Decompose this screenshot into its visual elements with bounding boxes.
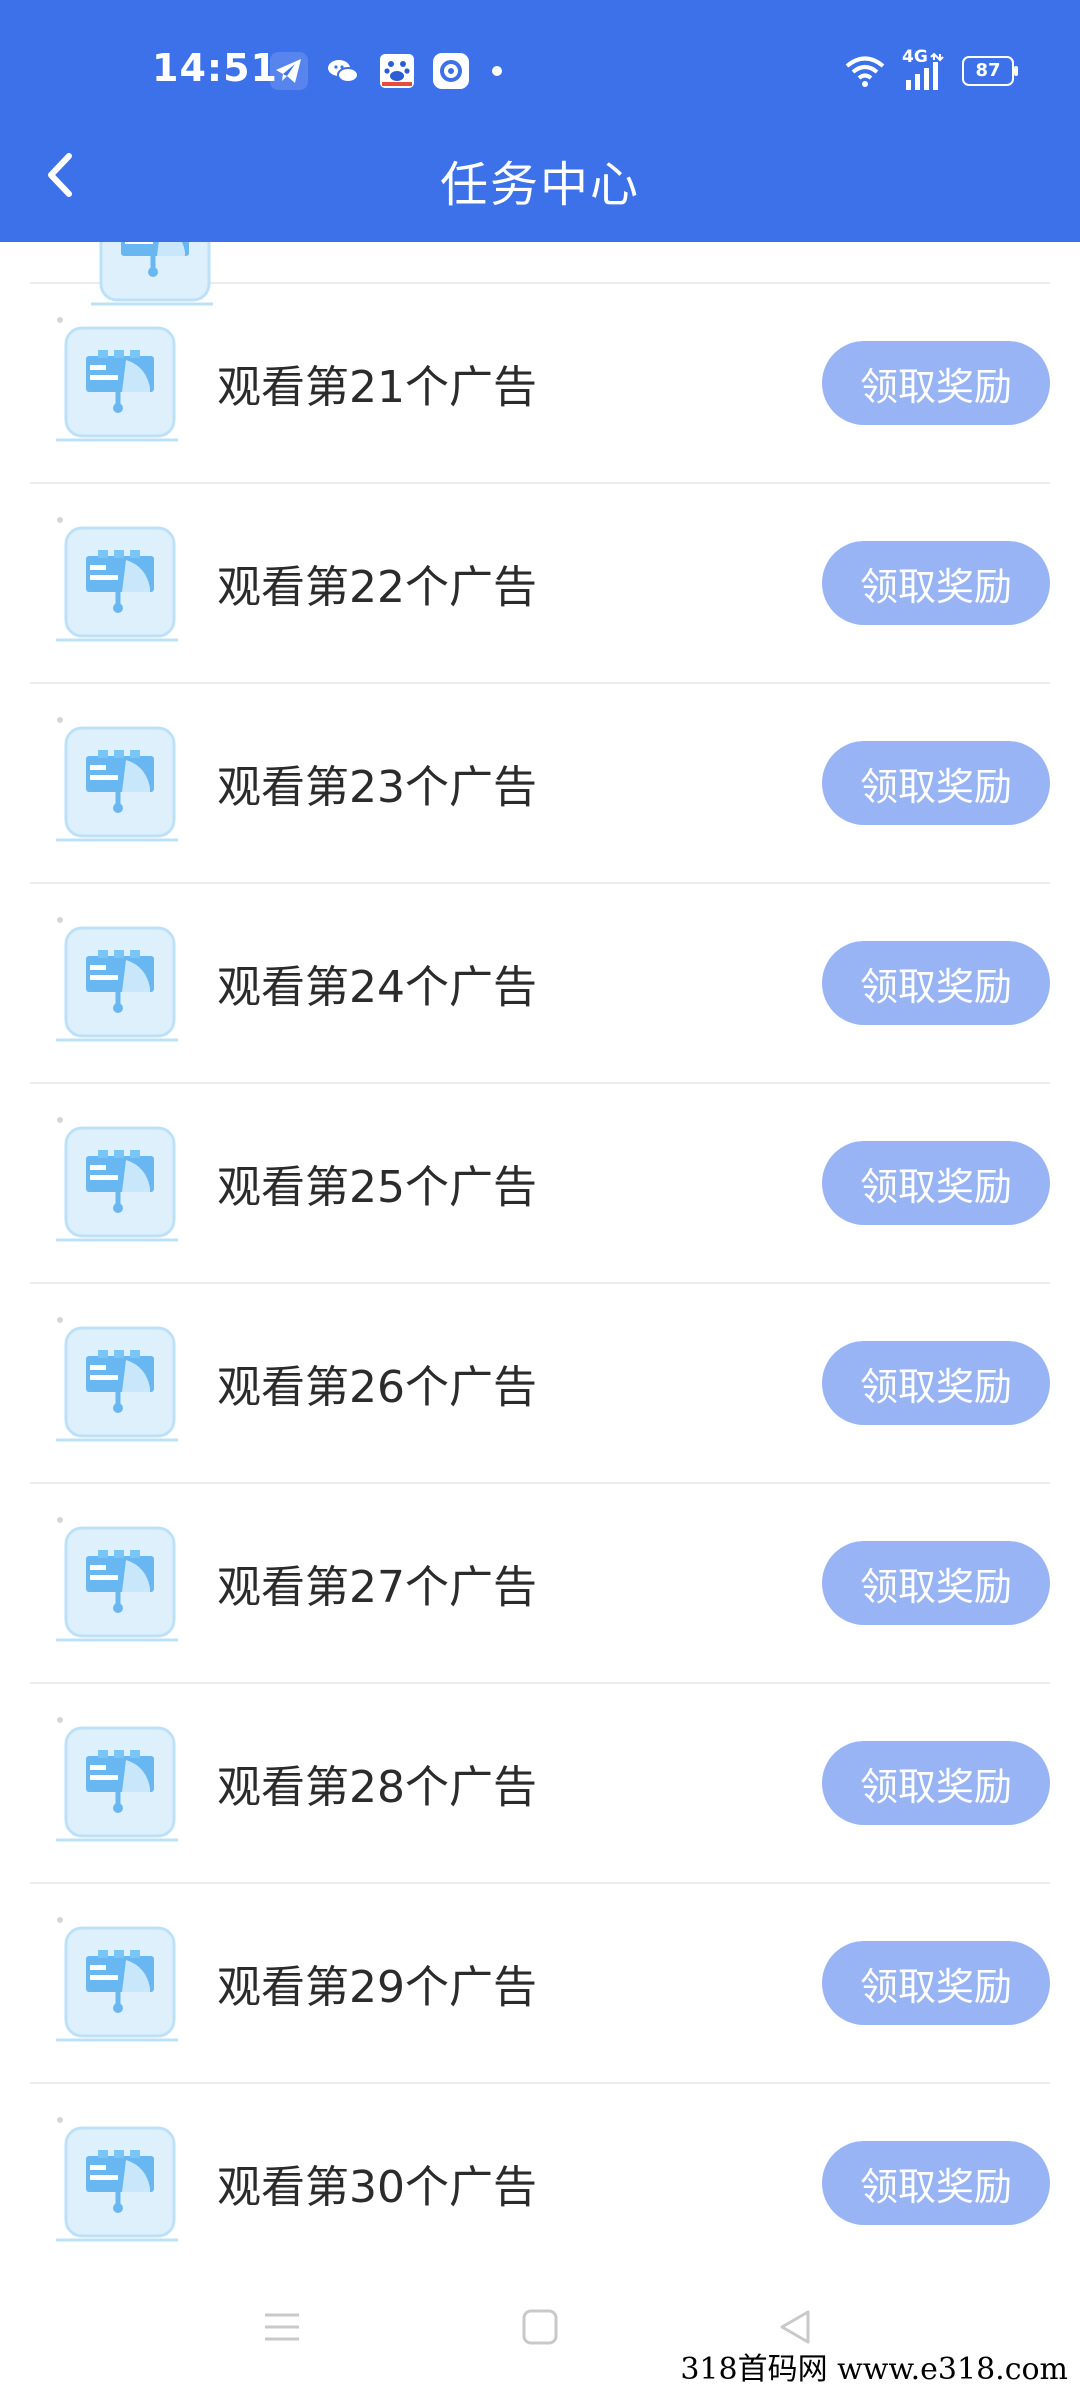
task-center-page: 14:51 4G 87 任务中心 观看第21个广告 领取奖励 观看第22个广告 … [0, 0, 1080, 2400]
task-row: 观看第22个广告 领取奖励 [30, 484, 1050, 684]
task-label: 观看第30个广告 [217, 2162, 537, 2213]
ad-task-icon [56, 1917, 178, 2042]
ad-task-icon [56, 1117, 178, 1242]
home-button[interactable] [520, 2307, 560, 2347]
task-list[interactable]: 观看第21个广告 领取奖励 观看第22个广告 领取奖励 观看第23个广告 领取奖… [0, 242, 1080, 2262]
ad-task-icon [56, 1517, 178, 1642]
system-back-button[interactable] [774, 2307, 814, 2347]
ad-task-icon [56, 1317, 178, 1442]
app-header: 14:51 4G 87 任务中心 [0, 0, 1080, 242]
task-label: 观看第21个广告 [217, 362, 537, 413]
home-square-icon [522, 2309, 558, 2345]
task-label: 观看第29个广告 [217, 1962, 537, 2013]
claim-reward-button[interactable]: 领取奖励 [822, 341, 1050, 425]
task-row: 观看第27个广告 领取奖励 [30, 1484, 1050, 1684]
task-label: 观看第24个广告 [217, 962, 537, 1013]
task-row: 观看第28个广告 领取奖励 [30, 1684, 1050, 1884]
status-notification-icons [270, 52, 502, 90]
watermark-text: 318首码网 www.e318.com [680, 2352, 1068, 2387]
task-row: 观看第24个广告 领取奖励 [30, 884, 1050, 1084]
recent-apps-button[interactable] [262, 2307, 302, 2347]
ad-task-icon [56, 317, 178, 442]
ad-task-icon [56, 1717, 178, 1842]
task-label: 观看第27个广告 [217, 1562, 537, 1613]
claim-reward-button[interactable]: 领取奖励 [822, 1941, 1050, 2025]
network-type-label: 4G [902, 47, 928, 67]
wifi-icon [845, 56, 885, 87]
status-system-icons: 4G 87 [844, 48, 1018, 90]
wechat-icon [328, 60, 359, 83]
claim-reward-button[interactable]: 领取奖励 [822, 2141, 1050, 2225]
battery-icon: 87 [962, 56, 1018, 86]
task-label: 观看第28个广告 [217, 1762, 537, 1813]
status-bar: 14:51 4G 87 [0, 0, 1080, 140]
task-label: 观看第25个广告 [217, 1162, 537, 1213]
ad-task-icon [56, 917, 178, 1042]
claim-reward-button[interactable]: 领取奖励 [822, 741, 1050, 825]
baidu-icon [380, 54, 414, 88]
mobile-signal-group: 4G [902, 48, 946, 90]
claim-reward-button[interactable]: 领取奖励 [822, 1541, 1050, 1625]
ad-task-icon [56, 517, 178, 642]
task-row: 观看第26个广告 领取奖励 [30, 1284, 1050, 1484]
page-title: 任务中心 [439, 157, 640, 213]
task-row: 观看第30个广告 领取奖励 [30, 2084, 1050, 2262]
system-navigation-bar: 318首码网 www.e318.com [0, 2262, 1080, 2400]
ad-task-icon [56, 2117, 178, 2242]
menu-icon [265, 2313, 299, 2341]
task-row: 观看第23个广告 领取奖励 [30, 684, 1050, 884]
circle-app-icon [433, 53, 469, 89]
task-label: 观看第26个广告 [217, 1362, 537, 1413]
task-label: 观看第23个广告 [217, 762, 537, 813]
task-row: 观看第29个广告 领取奖励 [30, 1884, 1050, 2084]
task-label: 观看第22个广告 [217, 562, 537, 613]
claim-reward-button[interactable]: 领取奖励 [822, 541, 1050, 625]
partial-task-row [30, 242, 1050, 306]
task-row: 观看第25个广告 领取奖励 [30, 1084, 1050, 1284]
more-notifications-dot-icon [492, 66, 502, 76]
triangle-back-icon [780, 2310, 810, 2344]
claim-reward-button[interactable]: 领取奖励 [822, 1141, 1050, 1225]
claim-reward-button[interactable]: 领取奖励 [822, 941, 1050, 1025]
ad-task-icon [56, 717, 178, 842]
claim-reward-button[interactable]: 领取奖励 [822, 1341, 1050, 1425]
telegram-icon [270, 52, 308, 90]
task-row: 观看第21个广告 领取奖励 [30, 284, 1050, 484]
status-time: 14:51 [152, 46, 278, 90]
claim-reward-button[interactable]: 领取奖励 [822, 1741, 1050, 1825]
